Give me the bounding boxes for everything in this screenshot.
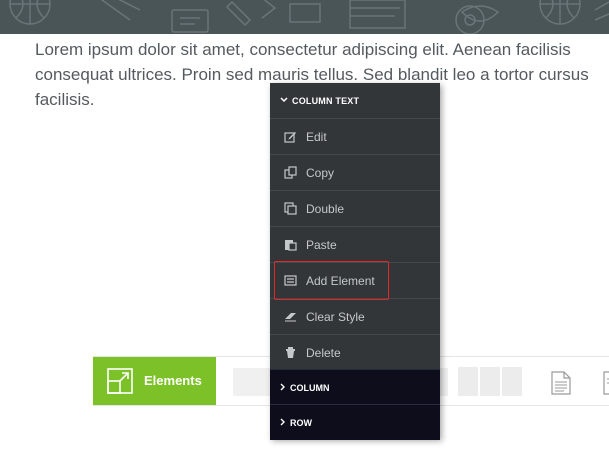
chevron-right-icon — [280, 383, 286, 393]
add-element-icon — [284, 274, 297, 290]
document-icon[interactable] — [603, 371, 609, 400]
document-icon[interactable] — [551, 371, 571, 400]
menu-item-add-element[interactable]: Add Element — [270, 262, 440, 298]
trash-icon — [284, 346, 297, 362]
menu-item-label: Double — [306, 202, 345, 216]
edit-icon — [284, 130, 297, 146]
menu-item-paste[interactable]: Paste — [270, 226, 440, 262]
chevron-right-icon — [280, 418, 286, 428]
section-label: COLUMN — [290, 383, 330, 393]
elements-label: Elements — [144, 373, 202, 388]
menu-header[interactable]: COLUMN TEXT — [270, 83, 440, 118]
toolbar-slot[interactable] — [233, 368, 273, 396]
menu-item-label: Add Element — [306, 274, 375, 288]
context-menu: COLUMN TEXT Edit Copy Double Paste Add E… — [270, 83, 440, 440]
menu-item-label: Edit — [306, 130, 327, 144]
menu-item-label: Clear Style — [306, 310, 365, 324]
section-row[interactable]: ROW — [270, 404, 440, 440]
menu-item-delete[interactable]: Delete — [270, 334, 440, 370]
menu-item-clear-style[interactable]: Clear Style — [270, 298, 440, 334]
copy-icon — [284, 166, 297, 182]
header-banner — [0, 0, 609, 34]
menu-item-copy[interactable]: Copy — [270, 154, 440, 190]
menu-item-double[interactable]: Double — [270, 190, 440, 226]
menu-item-label: Delete — [306, 346, 341, 360]
menu-item-label: Paste — [306, 238, 337, 252]
menu-header-label: COLUMN TEXT — [292, 96, 360, 106]
double-icon — [284, 202, 297, 218]
elements-button[interactable]: Elements — [93, 357, 216, 405]
chevron-down-icon — [280, 96, 288, 106]
paste-icon — [284, 238, 297, 254]
menu-item-edit[interactable]: Edit — [270, 118, 440, 154]
menu-item-label: Copy — [306, 166, 335, 180]
layout-columns-icon[interactable] — [458, 367, 524, 396]
eraser-icon — [284, 310, 297, 326]
toolbar-slot[interactable] — [440, 368, 448, 396]
section-column[interactable]: COLUMN — [270, 369, 440, 405]
banner-pattern-icon — [9, 0, 609, 34]
section-label: ROW — [290, 418, 312, 428]
expand-icon — [107, 368, 133, 399]
